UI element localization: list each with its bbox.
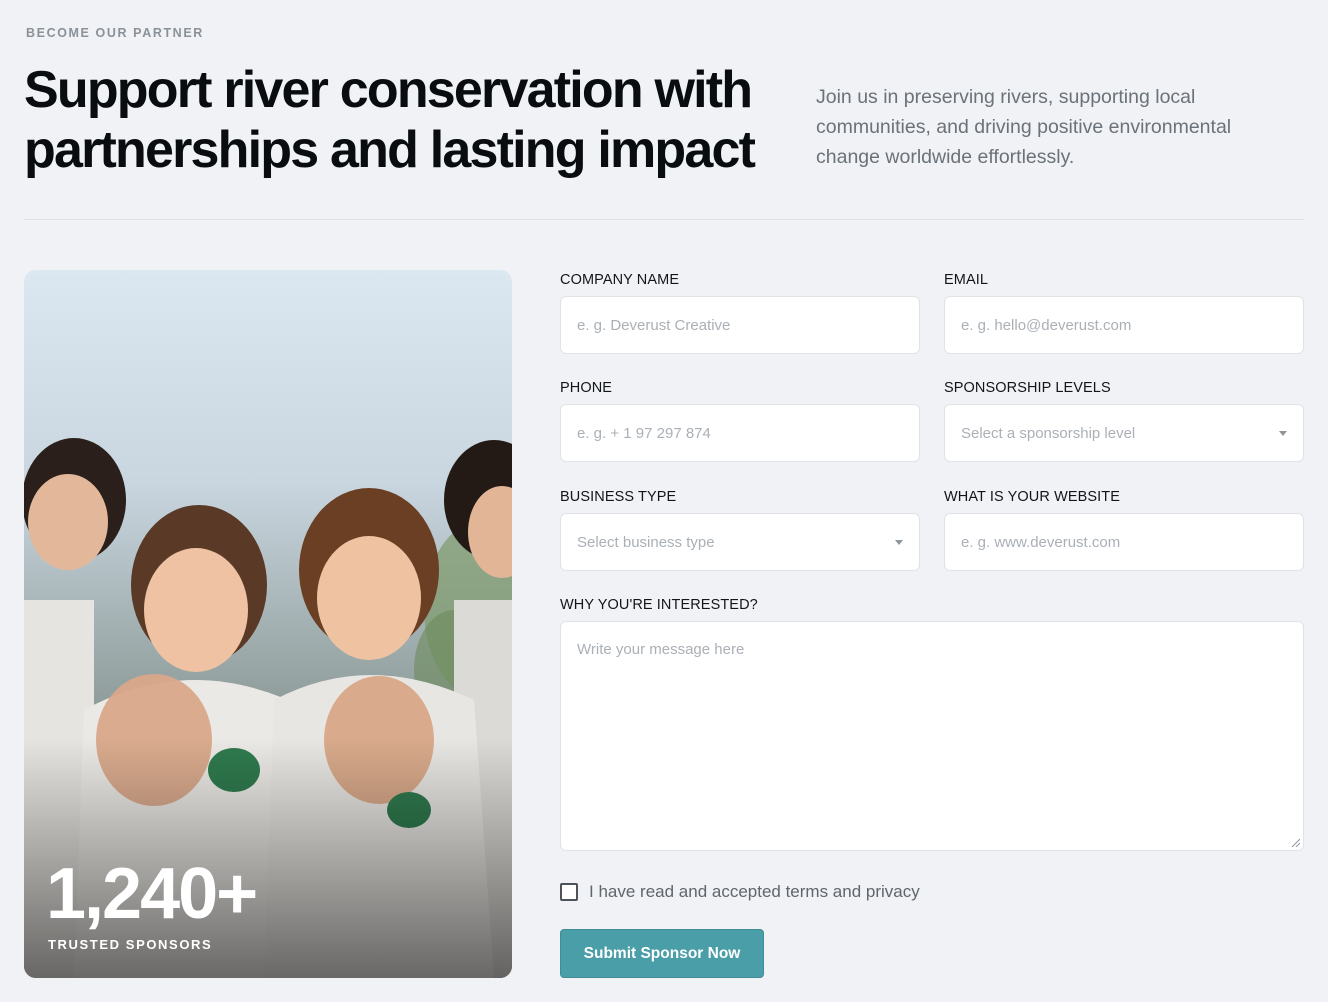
chevron-down-icon — [1279, 430, 1287, 436]
business-type-select[interactable]: Select business type — [560, 513, 920, 571]
business-type-label: BUSINESS TYPE — [560, 489, 677, 505]
submit-sponsor-button[interactable]: Submit Sponsor Now — [560, 929, 764, 978]
phone-input[interactable]: e. g. + 1 97 297 874 — [560, 404, 920, 462]
eyebrow-label: BECOME OUR PARTNER — [26, 26, 204, 40]
website-label: WHAT IS YOUR WEBSITE — [944, 489, 1121, 505]
interest-textarea[interactable]: Write your message here — [560, 621, 1304, 851]
interest-placeholder: Write your message here — [577, 641, 745, 658]
email-label: EMAIL — [944, 272, 989, 288]
section-divider — [24, 219, 1304, 220]
sponsorship-levels-label: SPONSORSHIP LEVELS — [944, 380, 1111, 396]
page-title: Support river conservation with partners… — [24, 61, 756, 179]
phone-label: PHONE — [560, 380, 613, 396]
business-type-value: Select business type — [577, 533, 715, 551]
email-input[interactable]: e. g. hello@deverust.com — [944, 296, 1304, 354]
sponsor-count: 1,240+ — [46, 854, 258, 934]
terms-checkbox[interactable] — [560, 883, 578, 901]
intro-paragraph: Join us in preserving rivers, supporting… — [816, 86, 1232, 168]
sponsorship-level-select[interactable]: Select a sponsorship level — [944, 404, 1304, 462]
resize-handle-icon[interactable] — [1290, 837, 1300, 847]
company-name-label: COMPANY NAME — [560, 272, 680, 288]
interest-label: WHY YOU'RE INTERESTED? — [560, 597, 758, 613]
company-name-input[interactable]: e. g. Deverust Creative — [560, 296, 920, 354]
website-input[interactable]: e. g. www.deverust.com — [944, 513, 1304, 571]
sponsor-count-label: TRUSTED SPONSORS — [48, 937, 213, 952]
sponsorship-level-value: Select a sponsorship level — [961, 424, 1136, 442]
volunteers-photo-card: 1,240+ TRUSTED SPONSORS — [24, 270, 512, 978]
chevron-down-icon — [895, 539, 903, 545]
terms-checkbox-label[interactable]: I have read and accepted terms and priva… — [589, 882, 920, 902]
